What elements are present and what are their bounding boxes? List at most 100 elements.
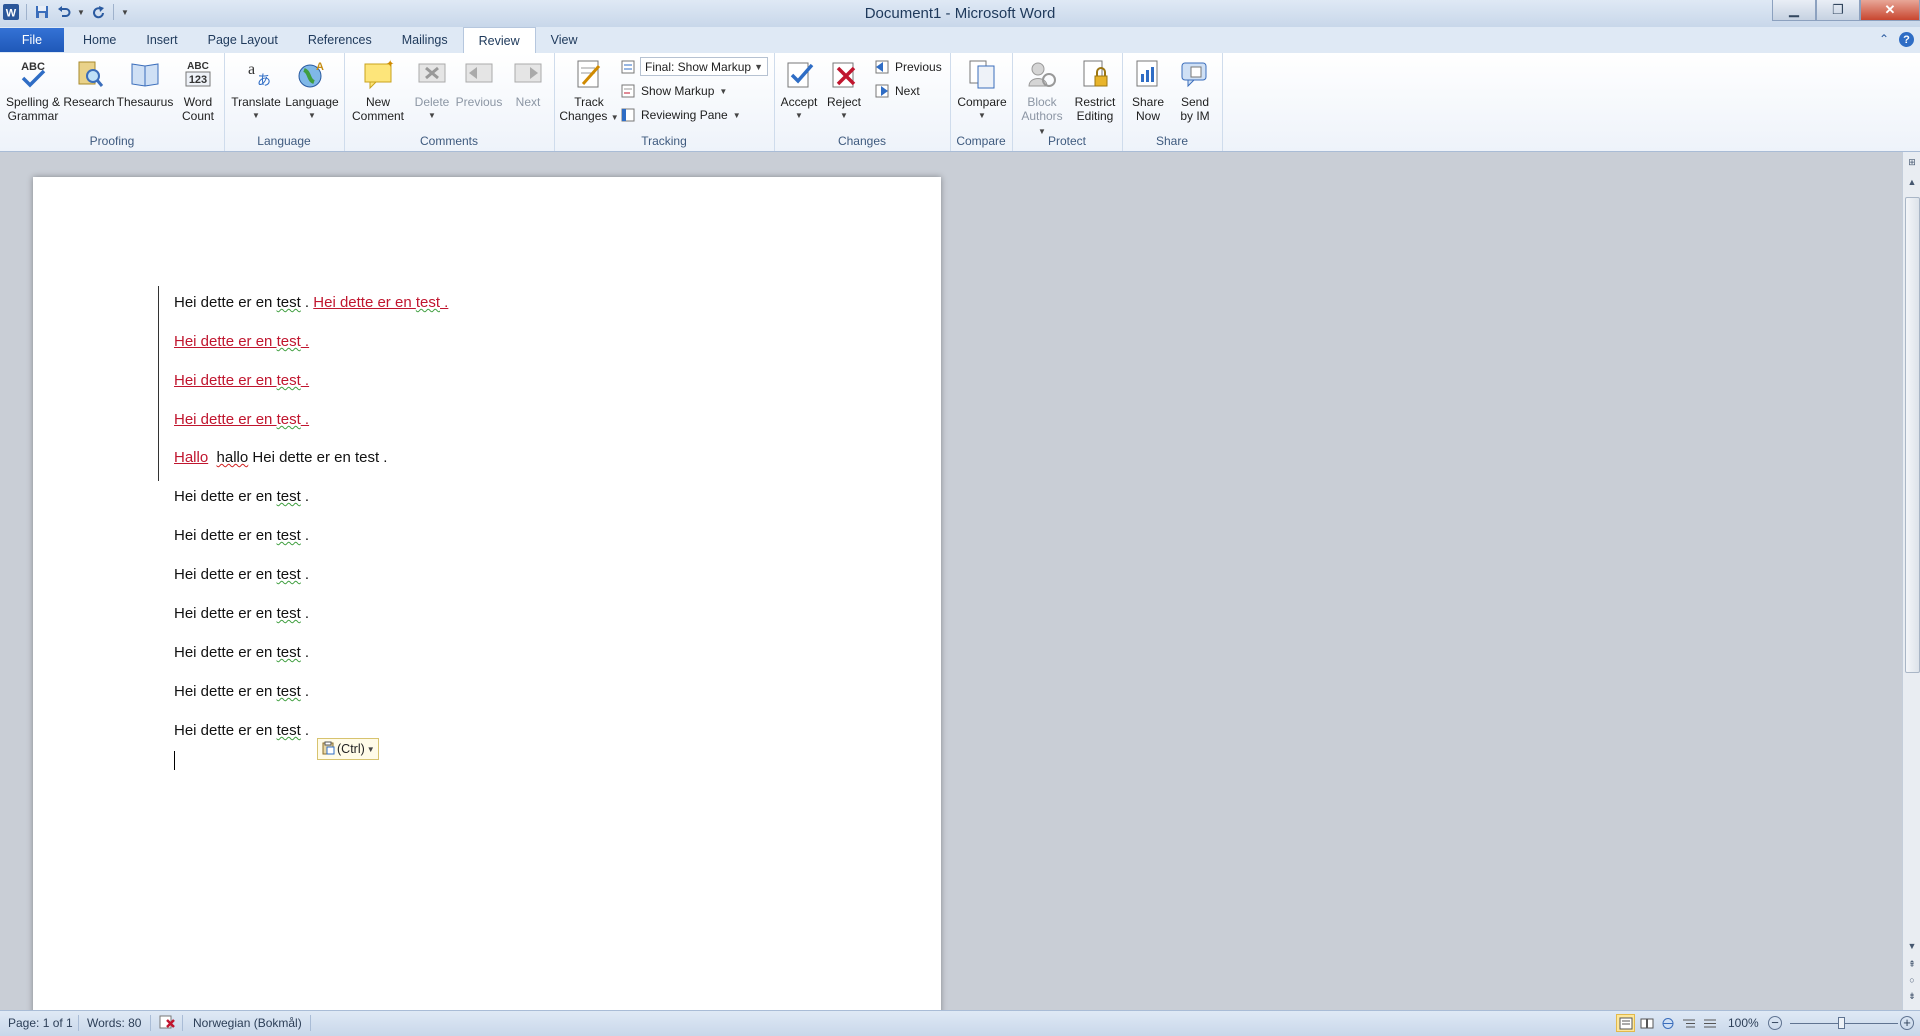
language-status[interactable]: Norwegian (Bokmål) [193, 1016, 302, 1030]
document-area[interactable]: Hei dette er en test . Hei dette er en t… [0, 152, 1902, 1010]
document-line[interactable]: Hei dette er en test . [174, 411, 309, 428]
minimize-ribbon-icon[interactable]: ⌃ [1879, 32, 1889, 47]
next-page-icon[interactable]: ⇟ [1904, 988, 1920, 1004]
close-button[interactable]: ✕ [1860, 0, 1920, 21]
inserted-text: . [300, 372, 310, 389]
tab-file[interactable]: File [0, 28, 64, 52]
zoom-out-icon[interactable]: − [1768, 1016, 1782, 1030]
next-change-button[interactable]: Next [874, 81, 920, 101]
inserted-text: Hei dette er en [313, 294, 416, 311]
thesaurus-button[interactable]: Thesaurus [116, 57, 174, 109]
document-line[interactable]: Hei dette er en test . [174, 566, 309, 583]
ruler-toggle-icon[interactable]: ⊞ [1904, 154, 1920, 170]
print-layout-view-icon[interactable] [1616, 1014, 1635, 1032]
restore-icon: ❐ [1832, 2, 1844, 17]
group-share: Share Now Send by IM Share [1122, 53, 1223, 151]
new-comment-button[interactable]: ✦ New Comment [348, 57, 408, 123]
display-for-review-dropdown[interactable]: Final: Show Markup ▼ [640, 57, 768, 76]
spelling-grammar-button[interactable]: ABC Spelling & Grammar [4, 57, 62, 123]
inserted-text: . [440, 294, 449, 311]
document-line[interactable]: Hei dette er en test . [174, 527, 309, 544]
document-line[interactable]: Hei dette er en test . [174, 644, 309, 661]
compare-button[interactable]: Compare ▼ [956, 57, 1008, 123]
translate-button[interactable]: aあ Translate ▼ [230, 57, 282, 123]
zoom-slider-thumb[interactable] [1838, 1017, 1845, 1029]
research-button[interactable]: Research [63, 57, 115, 109]
group-comments: ✦ New Comment Delete ▼ Previous Next Com… [344, 53, 555, 151]
word-count-button[interactable]: ABC 123 Word Count [176, 57, 220, 123]
tab-insert[interactable]: Insert [131, 27, 192, 52]
zoom-level[interactable]: 100% [1728, 1016, 1759, 1030]
accept-button[interactable]: Accept ▼ [776, 57, 822, 123]
previous-comment-button[interactable]: Previous [454, 57, 504, 109]
restrict-editing-button[interactable]: Restrict Editing [1070, 57, 1120, 123]
scroll-up-icon[interactable]: ▲ [1904, 174, 1920, 190]
document-line[interactable]: Hei dette er en test . [174, 605, 309, 622]
proofing-errors-icon[interactable] [158, 1014, 176, 1033]
restore-button[interactable]: ❐ [1816, 0, 1860, 21]
document-line[interactable]: Hei dette er en test . [174, 722, 309, 739]
tab-mailings[interactable]: Mailings [387, 27, 463, 52]
status-separator [182, 1015, 183, 1031]
show-markup-button[interactable]: Show Markup ▼ [620, 81, 727, 101]
track-changes-button[interactable]: Track Changes ▼ [556, 57, 622, 125]
next-comment-button[interactable]: Next [506, 57, 550, 109]
previous-page-icon[interactable]: ⇞ [1904, 956, 1920, 972]
document-page[interactable]: Hei dette er en test . Hei dette er en t… [33, 177, 941, 1010]
send-by-im-button[interactable]: Send by IM [1172, 57, 1218, 123]
svg-text:A: A [316, 61, 324, 73]
document-line[interactable]: Hei dette er en test . [174, 372, 309, 389]
spelling-check-icon: ABC [16, 57, 50, 91]
track-changes-icon [572, 57, 606, 91]
vertical-scrollbar[interactable]: ⊞ ▲ ▼ ⇞ ○ ⇟ [1902, 152, 1920, 1010]
document-line[interactable]: Hei dette er en test . Hei dette er en t… [174, 294, 448, 311]
group-label-share: Share [1155, 134, 1189, 148]
word-count[interactable]: Words: 80 [87, 1016, 141, 1030]
tab-page-layout[interactable]: Page Layout [193, 27, 293, 52]
web-layout-view-icon[interactable] [1658, 1014, 1677, 1032]
tab-home[interactable]: Home [68, 27, 131, 52]
paste-options-button[interactable]: (Ctrl) ▼ [317, 738, 379, 760]
minimize-button[interactable]: ▁ [1772, 0, 1816, 21]
delete-comment-icon [415, 57, 449, 91]
delete-comment-button[interactable]: Delete ▼ [410, 57, 454, 123]
document-line[interactable]: Hei dette er en test . [174, 488, 309, 505]
share-now-button[interactable]: Share Now [1126, 57, 1170, 123]
group-compare: Compare ▼ Compare [950, 53, 1013, 151]
full-screen-reading-view-icon[interactable] [1637, 1014, 1656, 1032]
inserted-text: . [300, 333, 310, 350]
page-count[interactable]: Page: 1 of 1 [8, 1016, 73, 1030]
previous-change-button[interactable]: Previous [874, 57, 942, 77]
document-line[interactable]: Hei dette er en test . [174, 683, 309, 700]
translate-icon: aあ [239, 57, 273, 91]
tab-review[interactable]: Review [462, 27, 536, 54]
document-line[interactable]: Hallo hallo Hei dette er en test . [174, 449, 387, 466]
scroll-down-icon[interactable]: ▼ [1904, 938, 1920, 954]
reviewing-pane-button[interactable]: Reviewing Pane ▼ [620, 105, 741, 125]
accept-change-icon [782, 57, 816, 91]
scroll-thumb[interactable] [1905, 197, 1920, 673]
reject-button[interactable]: Reject ▼ [822, 57, 866, 123]
language-button[interactable]: A Language ▼ [284, 57, 340, 123]
outline-view-icon[interactable] [1679, 1014, 1698, 1032]
zoom-in-icon[interactable]: + [1900, 1016, 1914, 1030]
ribbon-review: ABC Spelling & Grammar Research Thesauru… [0, 53, 1920, 152]
tab-references[interactable]: References [293, 27, 387, 52]
share-now-icon [1131, 57, 1165, 91]
ribbon-tab-strip: File Home Insert Page Layout References … [0, 27, 1920, 54]
close-icon: ✕ [1884, 2, 1896, 17]
chevron-down-icon: ▼ [366, 744, 375, 754]
title-bar: W ▼ ▼ Document1 - Microsoft Word ▁ ❐ ✕ [0, 0, 1920, 28]
group-label-tracking: Tracking [641, 134, 687, 148]
block-authors-button[interactable]: Block Authors ▼ [1016, 57, 1068, 139]
block-authors-icon [1025, 57, 1059, 91]
help-icon[interactable]: ? [1899, 32, 1914, 47]
document-line[interactable]: Hei dette er en test . [174, 333, 309, 350]
svg-text:123: 123 [189, 74, 207, 86]
group-label-protect: Protect [1047, 134, 1086, 148]
tab-view[interactable]: View [536, 27, 593, 52]
track-changes-dropdown-icon: ▼ [610, 113, 619, 122]
draft-view-icon[interactable] [1700, 1014, 1719, 1032]
select-browse-object-icon[interactable]: ○ [1904, 972, 1920, 988]
group-label-language: Language [257, 134, 311, 148]
